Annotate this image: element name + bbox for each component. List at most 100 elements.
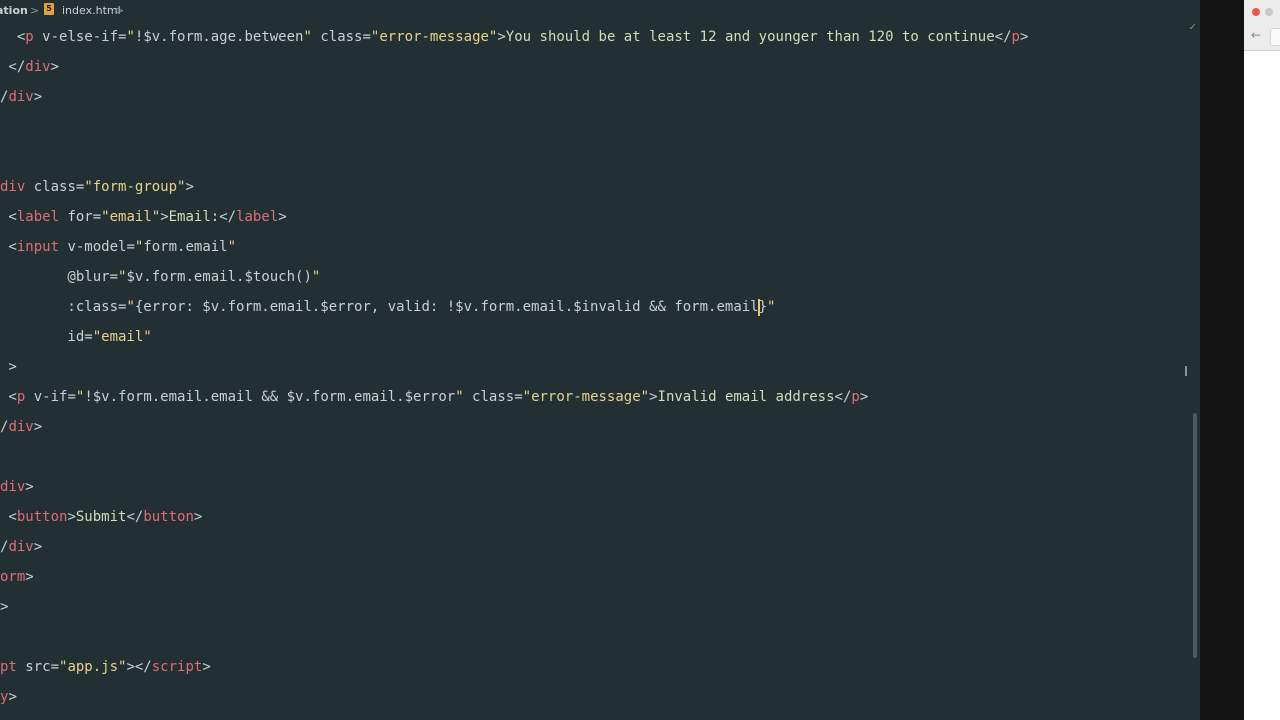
code-token: > bbox=[0, 599, 9, 615]
breadcrumb-file[interactable]: index.html bbox=[62, 4, 121, 17]
code-token: " bbox=[126, 299, 135, 315]
code-token: class= bbox=[25, 179, 85, 195]
code-token: > bbox=[67, 509, 76, 525]
code-line[interactable]: < p v-if= "!$v.form.email.email && $v.form… bbox=[0, 382, 868, 412]
code-editor[interactable]: ation > 5 index.html > ✓ <p v-else-if="!… bbox=[0, 0, 1200, 720]
code-token: class= bbox=[463, 389, 523, 405]
scrollbar-thumb[interactable] bbox=[1193, 413, 1197, 658]
code-token: > bbox=[33, 89, 43, 105]
close-window-button[interactable] bbox=[1252, 8, 1260, 16]
code-line[interactable]: <input v-model="form.email" bbox=[0, 232, 236, 262]
code-token: orm bbox=[0, 569, 26, 585]
code-token: script bbox=[151, 659, 203, 675]
breadcrumb-folder[interactable]: ation bbox=[0, 4, 28, 17]
code-line[interactable]: <p v-else-if="!$v.form.age.between" clas… bbox=[0, 22, 1029, 52]
code-token: button bbox=[16, 509, 68, 525]
code-token: </ bbox=[0, 59, 26, 75]
code-token: > bbox=[25, 479, 34, 495]
code-token: > bbox=[1019, 29, 1029, 45]
code-token: !$v.form.email.email && $v.form.email.$e… bbox=[84, 389, 456, 405]
code-token: p bbox=[1011, 29, 1020, 45]
code-line[interactable]: > bbox=[0, 352, 17, 382]
code-line[interactable]: id="email" bbox=[0, 322, 152, 352]
code-token: pt bbox=[0, 659, 17, 675]
code-token: " bbox=[455, 389, 464, 405]
code-token: > bbox=[50, 59, 60, 75]
code-line[interactable]: /div> bbox=[0, 532, 42, 562]
code-token: Invalid email address bbox=[657, 389, 835, 405]
code-token: "email" bbox=[101, 209, 161, 225]
code-token: Email: bbox=[168, 209, 220, 225]
code-token: > bbox=[0, 359, 17, 375]
code-token: {error: $v.form.email.$error, valid: !$v… bbox=[134, 299, 759, 315]
code-token: label bbox=[236, 209, 279, 225]
code-token: < bbox=[0, 389, 17, 405]
window-gap bbox=[1200, 0, 1244, 720]
code-line[interactable]: </div> bbox=[0, 52, 59, 82]
code-token: input bbox=[16, 239, 60, 255]
code-token: < bbox=[0, 239, 17, 255]
code-line[interactable]: <button>Submit</button> bbox=[0, 502, 202, 532]
code-token: " bbox=[767, 299, 776, 315]
code-token: div bbox=[8, 89, 34, 105]
code-line[interactable]: @blur="$v.form.email.$touch()" bbox=[0, 262, 320, 292]
browser-window: ← bbox=[1244, 0, 1280, 720]
code-token: > bbox=[8, 689, 17, 705]
breadcrumb: ation > 5 index.html > bbox=[0, 0, 1200, 22]
code-token: "error-message" bbox=[522, 389, 650, 405]
code-line[interactable]: <label for="email">Email:</label> bbox=[0, 202, 287, 232]
code-token: "error-message" bbox=[370, 29, 498, 45]
code-token: " bbox=[227, 239, 237, 255]
code-line[interactable]: /div> bbox=[0, 412, 42, 442]
code-token: form.email bbox=[143, 239, 228, 255]
code-line[interactable]: div> bbox=[0, 472, 34, 502]
code-token: > bbox=[193, 509, 203, 525]
code-token: ></ bbox=[126, 659, 152, 675]
code-token: > bbox=[33, 539, 43, 555]
code-token: > bbox=[202, 659, 211, 675]
code-token: button bbox=[143, 509, 194, 525]
code-token: > bbox=[859, 389, 869, 405]
code-token: > bbox=[278, 209, 287, 225]
back-arrow-icon[interactable]: ← bbox=[1251, 28, 1261, 42]
code-token: div bbox=[0, 479, 26, 495]
code-token: label bbox=[16, 209, 60, 225]
code-token: "app.js" bbox=[59, 659, 127, 675]
breadcrumb-separator: > bbox=[30, 4, 40, 17]
code-token: < bbox=[0, 29, 26, 45]
code-token: div bbox=[25, 59, 51, 75]
code-line[interactable]: /div> bbox=[0, 82, 42, 112]
code-token: "email" bbox=[92, 329, 152, 345]
code-token: p bbox=[851, 389, 860, 405]
check-icon: ✓ bbox=[1189, 20, 1196, 33]
browser-toolbar: ← bbox=[1244, 0, 1280, 51]
code-token: > bbox=[25, 569, 34, 585]
code-token: </ bbox=[126, 509, 144, 525]
breadcrumb-separator: > bbox=[115, 4, 125, 17]
code-token: for= bbox=[59, 209, 102, 225]
code-token: </ bbox=[994, 29, 1012, 45]
code-token: div bbox=[8, 419, 34, 435]
code-token: id= bbox=[0, 329, 93, 345]
code-line[interactable]: > bbox=[0, 592, 8, 622]
code-token: v-if= bbox=[25, 389, 76, 405]
html5-file-icon: 5 bbox=[44, 3, 54, 15]
address-bar[interactable] bbox=[1270, 28, 1280, 46]
code-token: " bbox=[126, 29, 135, 45]
scroll-marker bbox=[1185, 366, 1187, 376]
code-token: $v.form.email.$touch() bbox=[126, 269, 312, 285]
minimize-window-button[interactable] bbox=[1265, 8, 1273, 16]
code-token: :class= bbox=[0, 299, 127, 315]
code-line[interactable]: :class="{error: $v.form.email.$error, va… bbox=[0, 292, 775, 322]
code-token: !$v.form.age.between bbox=[134, 29, 304, 45]
code-token: </ bbox=[834, 389, 852, 405]
code-line[interactable]: div class="form-group"> bbox=[0, 172, 194, 202]
code-line[interactable]: pt src="app.js"></script> bbox=[0, 652, 211, 682]
code-token: > bbox=[160, 209, 169, 225]
code-line[interactable]: orm> bbox=[0, 562, 34, 592]
code-token: Submit bbox=[75, 509, 127, 525]
code-token: > bbox=[497, 29, 506, 45]
code-token: v-model= bbox=[59, 239, 135, 255]
code-token: "form-group" bbox=[84, 179, 186, 195]
code-line[interactable]: y> bbox=[0, 682, 17, 712]
